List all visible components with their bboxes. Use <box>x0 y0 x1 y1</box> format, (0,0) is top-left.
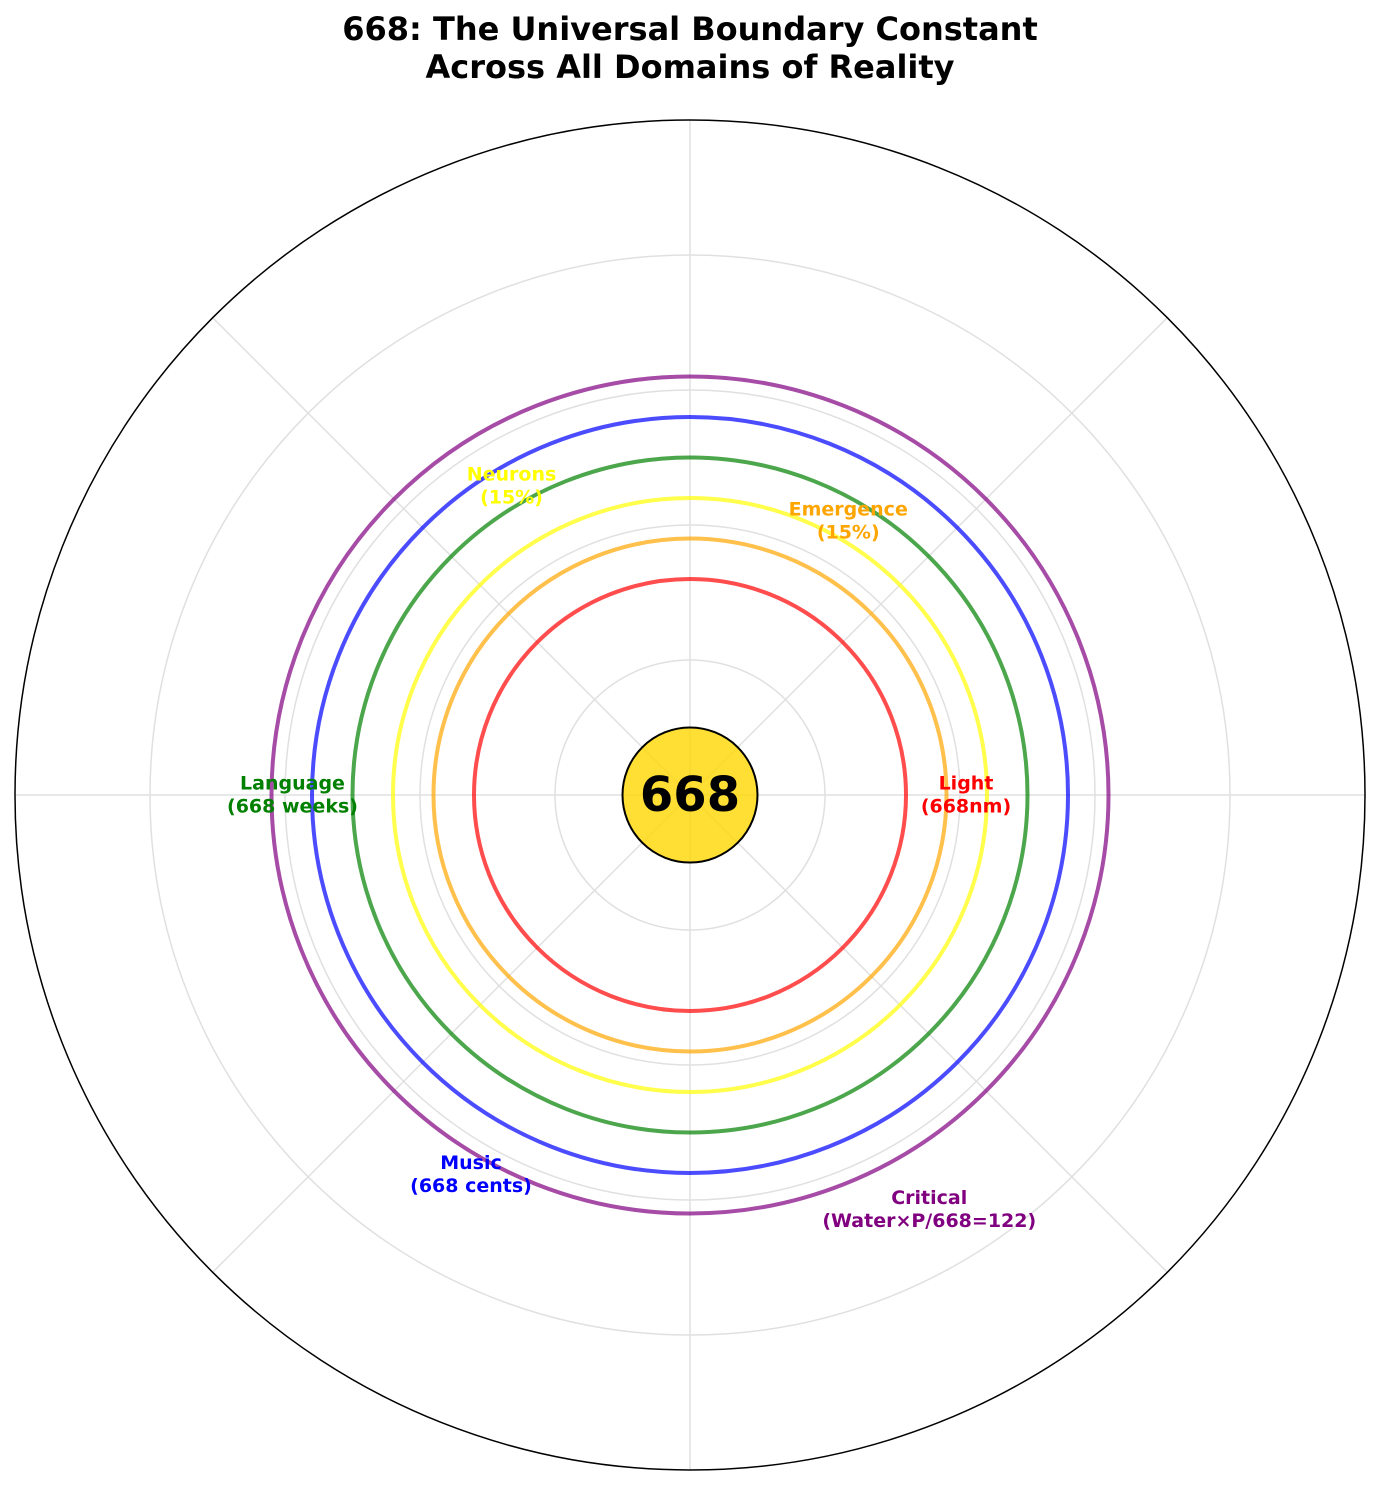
label-language-line: (668 weeks) <box>227 796 358 818</box>
label-neurons: Neurons (15%) <box>467 463 557 508</box>
label-light-line: Light <box>939 773 994 795</box>
label-emergence-line: (15%) <box>817 521 880 543</box>
center-label: 668 <box>640 767 740 823</box>
label-light-line: (668nm) <box>921 796 1011 818</box>
label-language: Language (668 weeks) <box>227 773 358 818</box>
label-critical-line: Critical <box>891 1187 967 1209</box>
polar-chart: Light (668nm)Emergence (15%)Neurons (15%)La… <box>14 119 1366 1471</box>
label-music-line: Music <box>440 1152 502 1174</box>
label-neurons-line: Neurons <box>467 463 557 485</box>
label-critical-line: (Water×P/668=122) <box>822 1210 1036 1232</box>
label-critical: Critical (Water×P/668=122) <box>822 1187 1036 1232</box>
center-layer: 668 <box>621 726 759 864</box>
label-emergence-line: Emergence <box>789 498 908 520</box>
label-light: Light (668nm) <box>921 773 1011 818</box>
label-music-line: (668 cents) <box>410 1175 532 1197</box>
label-neurons-line: (15%) <box>480 486 543 508</box>
label-language-line: Language <box>240 773 345 795</box>
label-music: Music (668 cents) <box>410 1152 532 1197</box>
